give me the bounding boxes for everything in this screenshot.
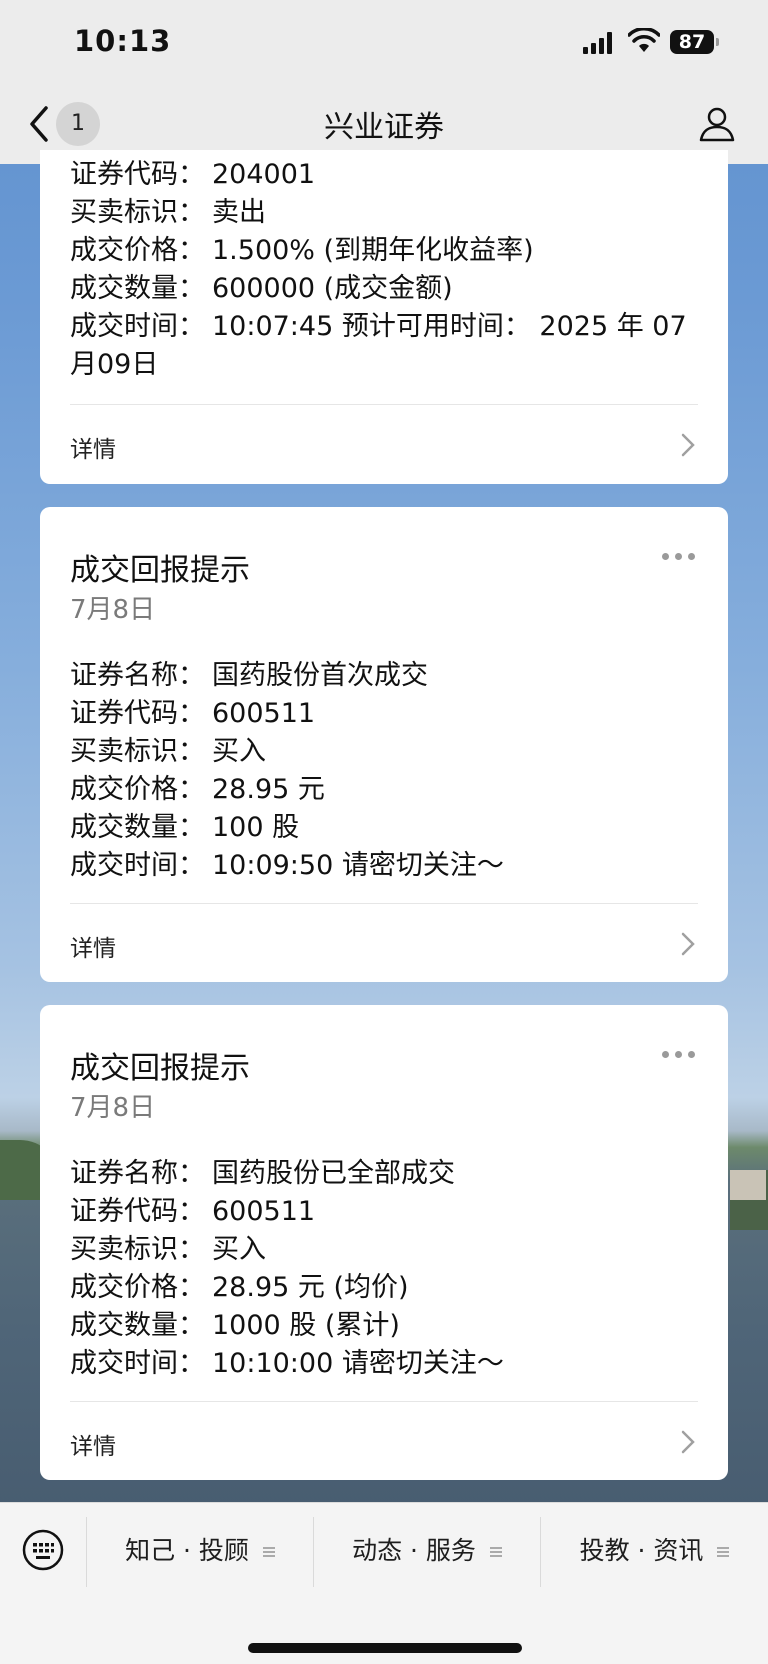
field-row: 成交价格： 28.95 元 (均价) bbox=[70, 1269, 504, 1307]
battery-indicator: 87 bbox=[670, 30, 719, 54]
field-row: 成交时间： 10:10:00 请密切关注～ bbox=[70, 1345, 504, 1383]
menu-item-label: 投教 · 资讯 bbox=[579, 1536, 704, 1565]
submenu-icon bbox=[489, 1547, 502, 1557]
status-bar: 10:13 87 bbox=[0, 0, 768, 84]
detail-link[interactable]: 详情 bbox=[70, 1427, 116, 1461]
profile-icon[interactable] bbox=[697, 104, 737, 144]
field-value: 买入 bbox=[212, 736, 266, 767]
bottom-menu-bar: 知己 · 投顾 动态 · 服务 投教 · 资讯 bbox=[0, 1502, 768, 1664]
field-value: 28.95 元 bbox=[212, 774, 325, 805]
field-label: 证券名称： bbox=[70, 660, 205, 691]
submenu-icon bbox=[717, 1547, 730, 1557]
divider bbox=[70, 903, 698, 904]
chevron-right-icon[interactable] bbox=[680, 1429, 696, 1455]
trade-fields: 证券名称： 国药股份已全部成交 证券代码： 600511 买卖标识： 买入 成交价格：… bbox=[70, 1155, 504, 1383]
more-icon[interactable] bbox=[662, 1051, 696, 1059]
field-row: 证券名称： 国药股份首次成交 bbox=[70, 657, 504, 695]
field-label: 成交数量： bbox=[70, 812, 205, 843]
field-label: 成交价格： bbox=[70, 774, 205, 805]
menu-item-zhiji-tougu[interactable]: 知己 · 投顾 bbox=[87, 1503, 313, 1599]
card-title: 成交回报提示 bbox=[70, 1051, 250, 1086]
field-row: 买卖标识： 卖出 bbox=[70, 194, 690, 232]
field-label: 证券名称： bbox=[70, 1158, 205, 1189]
field-value: 600511 bbox=[212, 698, 316, 729]
field-row: 成交数量： 1000 股 (累计) bbox=[70, 1307, 504, 1345]
trade-report-card: 成交回报提示 7月8日 证券名称： 国药股份已全部成交 证券代码： 600511 买… bbox=[40, 1005, 728, 1480]
field-label: 买卖标识： bbox=[70, 1234, 205, 1265]
card-title: 成交回报提示 bbox=[70, 553, 250, 588]
home-indicator[interactable] bbox=[248, 1643, 522, 1653]
detail-link[interactable]: 详情 bbox=[70, 929, 116, 963]
field-value: 买入 bbox=[212, 1234, 266, 1265]
trade-fields: 证券名称： 国药股份首次成交 证券代码： 600511 买卖标识： 买入 成交价格： 2… bbox=[70, 657, 504, 885]
menu-item-label: 动态 · 服务 bbox=[352, 1536, 476, 1565]
divider bbox=[70, 404, 698, 405]
keyboard-icon[interactable] bbox=[22, 1529, 64, 1571]
field-label: 证券代码： bbox=[70, 1196, 205, 1227]
card-date: 7月8日 bbox=[70, 595, 156, 625]
field-label: 成交时间： bbox=[70, 850, 205, 881]
field-value: 国药股份已全部成交 bbox=[212, 1158, 455, 1189]
trade-fields: 证券代码： 204001 买卖标识： 卖出 成交价格： 1.500% (到期年化收益率… bbox=[70, 156, 690, 384]
field-row: 成交数量： 600000 (成交金额) bbox=[70, 270, 690, 308]
field-label: 买卖标识： bbox=[70, 197, 205, 228]
field-label: 证券代码： bbox=[70, 159, 205, 190]
field-value: 600000 (成交金额) bbox=[212, 273, 453, 304]
field-value: 10:10:00 请密切关注～ bbox=[212, 1348, 504, 1379]
field-row: 成交价格： 1.500% (到期年化收益率) bbox=[70, 232, 690, 270]
more-icon[interactable] bbox=[662, 553, 696, 561]
field-value: 28.95 元 (均价) bbox=[212, 1272, 409, 1303]
field-label: 成交数量： bbox=[70, 273, 205, 304]
menu-item-toujiao-zixun[interactable]: 投教 · 资讯 bbox=[541, 1503, 768, 1599]
field-row: 成交数量： 100 股 bbox=[70, 809, 504, 847]
field-row: 成交时间： 10:09:50 请密切关注～ bbox=[70, 847, 504, 885]
field-row: 成交时间： 10:07:45 预计可用时间： 2025 年 07 月09日 bbox=[70, 308, 690, 384]
field-row: 证券名称： 国药股份已全部成交 bbox=[70, 1155, 504, 1193]
field-value: 1.500% (到期年化收益率) bbox=[212, 235, 534, 266]
field-label: 成交数量： bbox=[70, 1310, 205, 1341]
page-title: 兴业证券 bbox=[324, 110, 444, 145]
field-value: 600511 bbox=[212, 1196, 316, 1227]
field-label: 成交价格： bbox=[70, 1272, 205, 1303]
field-value: 卖出 bbox=[212, 197, 266, 228]
field-label: 成交价格： bbox=[70, 235, 205, 266]
menu-item-dongtai-fuwu[interactable]: 动态 · 服务 bbox=[314, 1503, 540, 1599]
menu-item-label: 知己 · 投顾 bbox=[125, 1536, 249, 1565]
field-value: 1000 股 (累计) bbox=[212, 1310, 400, 1341]
field-value: 10:09:50 请密切关注～ bbox=[212, 850, 504, 881]
field-row: 证券代码： 600511 bbox=[70, 695, 504, 733]
trade-report-card: 证券代码： 204001 买卖标识： 卖出 成交价格： 1.500% (到期年化收益率… bbox=[40, 150, 728, 484]
field-row: 成交价格： 28.95 元 bbox=[70, 771, 504, 809]
background-house bbox=[730, 1170, 766, 1200]
field-label: 成交时间： bbox=[70, 311, 205, 342]
chevron-right-icon[interactable] bbox=[680, 432, 696, 458]
card-date: 7月8日 bbox=[70, 1093, 156, 1123]
field-label: 买卖标识： bbox=[70, 736, 205, 767]
trade-report-card: 成交回报提示 7月8日 证券名称： 国药股份首次成交 证券代码： 600511 买卖… bbox=[40, 507, 728, 982]
field-label: 成交时间： bbox=[70, 1348, 205, 1379]
field-label: 证券代码： bbox=[70, 698, 205, 729]
submenu-icon bbox=[262, 1547, 275, 1557]
detail-link[interactable]: 详情 bbox=[70, 430, 116, 464]
field-row: 证券代码： 600511 bbox=[70, 1193, 504, 1231]
field-value: 100 股 bbox=[212, 812, 300, 843]
field-row: 证券代码： 204001 bbox=[70, 156, 690, 194]
status-time: 10:13 bbox=[74, 24, 172, 58]
cellular-signal-icon bbox=[583, 32, 613, 54]
chevron-right-icon[interactable] bbox=[680, 931, 696, 957]
field-row: 买卖标识： 买入 bbox=[70, 733, 504, 771]
field-row: 买卖标识： 买入 bbox=[70, 1231, 504, 1269]
divider bbox=[70, 1401, 698, 1402]
wifi-icon bbox=[628, 28, 660, 52]
field-value: 国药股份首次成交 bbox=[212, 660, 428, 691]
field-value: 204001 bbox=[212, 159, 316, 190]
